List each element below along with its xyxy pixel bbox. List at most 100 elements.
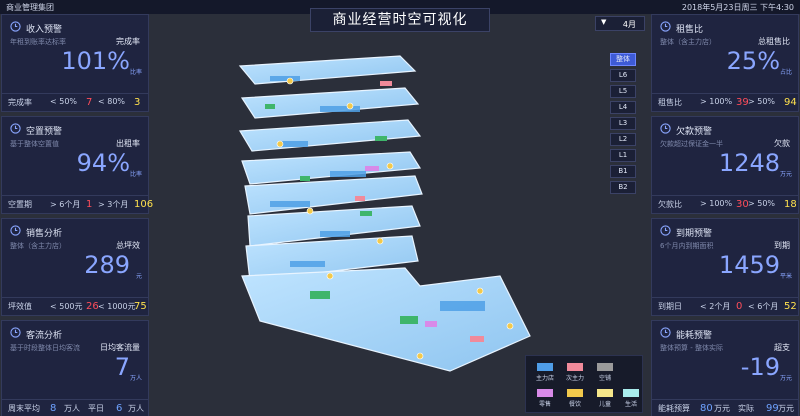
footer-count-2: 75 bbox=[134, 301, 147, 312]
chevron-down-icon: ▼ bbox=[601, 18, 607, 26]
footer-count: 1 bbox=[86, 199, 93, 210]
panel-subtitle: 欠款超过保证金一半 bbox=[660, 140, 723, 148]
panel-header: 租售比 bbox=[660, 21, 703, 35]
panel-title: 欠款预警 bbox=[676, 126, 713, 137]
floor-button-L5[interactable]: L5 bbox=[610, 85, 636, 98]
floor-selector: 整体 L6 L5 L4 L3 L2 L1 B1 B2 bbox=[610, 53, 636, 197]
footer-condition-2: < 6个月 bbox=[748, 302, 779, 311]
chart-icon bbox=[10, 225, 21, 239]
legend-item: 餐饮 bbox=[564, 389, 586, 408]
panel-subtitle: 整体（含主力店） bbox=[660, 38, 716, 46]
footer-count: 80 bbox=[700, 403, 713, 414]
panel-metric-label: 完成率 bbox=[116, 37, 140, 46]
panel-footer: 周末平均 8 万人 平日 6 万人 bbox=[2, 399, 148, 416]
legend-label: 次主力 bbox=[565, 375, 584, 382]
scale-icon bbox=[660, 21, 671, 35]
footer-label-2: 实际 bbox=[738, 404, 754, 413]
month-value: 4月 bbox=[622, 20, 636, 29]
footer-condition: < 50% bbox=[50, 97, 78, 106]
panel-value: 1248 bbox=[718, 149, 780, 177]
panel-value: -19 bbox=[740, 353, 780, 381]
panel-metric-label: 到期 bbox=[774, 241, 790, 250]
floor-button-L2[interactable]: L2 bbox=[610, 133, 636, 146]
floor-button-整体[interactable]: 整体 bbox=[610, 53, 636, 66]
footer-condition: > 100% bbox=[700, 97, 733, 106]
footer-condition: < 500元 bbox=[50, 302, 83, 311]
panel-unit: 占比 bbox=[779, 69, 792, 76]
panel-metric-label: 总坪效 bbox=[116, 241, 140, 250]
left-panel-2[interactable]: 空置预警 基于整体空置值 出租率 94% 比率 空置期 > 6个月 1 > 3个月 106 bbox=[1, 116, 153, 214]
footer-condition: > 100% bbox=[700, 199, 733, 208]
footer-unit-2: 万元 bbox=[778, 404, 794, 413]
legend-swatch bbox=[567, 389, 583, 397]
panel-header: 销售分析 bbox=[10, 225, 62, 239]
left-panel-1[interactable]: 收入预警 年租到账率达标率 完成率 101% 比率 完成率 < 50% 7 < 80% 3 bbox=[1, 14, 149, 112]
panel-metric-label: 欠款 bbox=[774, 139, 790, 148]
footer-count: 7 bbox=[86, 97, 93, 108]
panel-footer: 到期日 < 2个月 0 < 6个月 52 bbox=[652, 297, 798, 315]
energy-icon bbox=[660, 327, 671, 341]
footer-count-2: 99 bbox=[766, 403, 779, 414]
legend-swatch bbox=[537, 389, 553, 397]
floor-button-L1[interactable]: L1 bbox=[610, 149, 636, 162]
left-panel-4[interactable]: 客流分析基于时段整体日均客流 日均客流量 7 万人周末平均 8 万人 平日 6 万人 bbox=[1, 320, 149, 416]
floor-button-L6[interactable]: L6 bbox=[610, 69, 636, 82]
footer-condition-2: > 50% bbox=[748, 97, 776, 106]
panel-value: 289 bbox=[84, 251, 130, 279]
panel-header: 欠款预警 bbox=[660, 123, 712, 137]
panel-header: 客流分析 bbox=[10, 327, 62, 341]
footer-unit: 万元 bbox=[714, 404, 730, 413]
panel-footer: 坪效值 < 500元 26 < 1000元 75 bbox=[2, 297, 148, 315]
legend-label: 主力店 bbox=[535, 375, 554, 382]
footer-label: 租售比 bbox=[658, 98, 682, 107]
company-name: 商业管理集团 bbox=[6, 3, 54, 12]
floor-button-B2[interactable]: B2 bbox=[610, 181, 636, 194]
panel-header: 能耗预警 bbox=[660, 327, 712, 341]
panel-title: 到期预警 bbox=[676, 228, 713, 239]
panel-unit: 万元 bbox=[779, 171, 792, 178]
wallet-icon bbox=[10, 21, 21, 35]
footer-count: 30 bbox=[736, 199, 749, 210]
footer-label: 完成率 bbox=[8, 98, 32, 107]
legend: 主力店 次主力 空铺零售 餐饮 儿童 生活 bbox=[525, 355, 643, 413]
panel-footer: 完成率 < 50% 7 < 80% 3 bbox=[2, 93, 148, 111]
panel-unit: 万人 bbox=[129, 375, 142, 382]
panel-value: 7 bbox=[114, 353, 130, 381]
right-panel-3[interactable]: 到期预警 6个月内到期面积 到期 1459 平米 到期日 < 2个月 0 < 6个月 52 bbox=[651, 218, 799, 316]
panel-metric-label: 总租售比 bbox=[758, 37, 790, 46]
footer-label: 空置期 bbox=[8, 200, 32, 209]
month-select[interactable]: ▼ 4月 bbox=[595, 16, 645, 31]
floor-button-L3[interactable]: L3 bbox=[610, 117, 636, 130]
legend-label: 零售 bbox=[538, 401, 551, 408]
right-panel-2[interactable]: 欠款预警 欠款超过保证金一半 欠款 1248 万元 欠款比 > 100% 30 > 50% 18 bbox=[651, 116, 799, 214]
footer-condition: < 2个月 bbox=[700, 302, 731, 311]
panel-unit: 比率 bbox=[129, 69, 142, 76]
panel-title: 租售比 bbox=[676, 24, 704, 35]
panel-value: 101% bbox=[61, 47, 130, 75]
footer-count-2: 3 bbox=[134, 97, 141, 108]
legend-label: 儿童 bbox=[598, 401, 611, 408]
legend-item: 生活 bbox=[620, 389, 642, 408]
panel-footer: 租售比 > 100% 39 > 50% 94 bbox=[652, 93, 798, 111]
footer-count-2: 18 bbox=[784, 199, 797, 210]
footer-count-2: 52 bbox=[784, 301, 797, 312]
footer-label: 欠款比 bbox=[658, 200, 682, 209]
legend-item: 空铺 bbox=[594, 363, 616, 382]
footer-count-2: 94 bbox=[784, 97, 797, 108]
legend-swatch bbox=[623, 389, 639, 397]
panel-unit: 元 bbox=[135, 273, 142, 280]
panel-subtitle: 基于时段整体日均客流 bbox=[10, 344, 80, 352]
legend-item: 零售 bbox=[534, 389, 556, 408]
left-panel-3[interactable]: 销售分析 整体（含主力店） 总坪效 289 元坪效值 < 500元 26 < 1000元 75 bbox=[1, 218, 149, 316]
footer-label-2: 平日 bbox=[88, 404, 104, 413]
floor-button-B1[interactable]: B1 bbox=[610, 165, 636, 178]
floor-button-L4[interactable]: L4 bbox=[610, 101, 636, 114]
footer-count: 39 bbox=[736, 97, 749, 108]
right-panel-1[interactable]: 租售比 整体（含主力店） 总租售比 25% 占比 租售比 > 100% 39 > 50% 94 bbox=[651, 14, 799, 112]
clock-icon bbox=[10, 123, 21, 137]
panel-footer: 欠款比 > 100% 30 > 50% 18 bbox=[652, 195, 798, 213]
right-panel-4[interactable]: 能耗预警 整体预算 - 整体实际 超支 -19 万元 能耗预算 80 万元 实际 99 万元 bbox=[651, 320, 799, 416]
panel-header: 到期预警 bbox=[660, 225, 712, 239]
panel-metric-label: 日均客流量 bbox=[100, 343, 140, 352]
datetime: 2018年5月23日周三 下午4:30 bbox=[681, 3, 794, 12]
